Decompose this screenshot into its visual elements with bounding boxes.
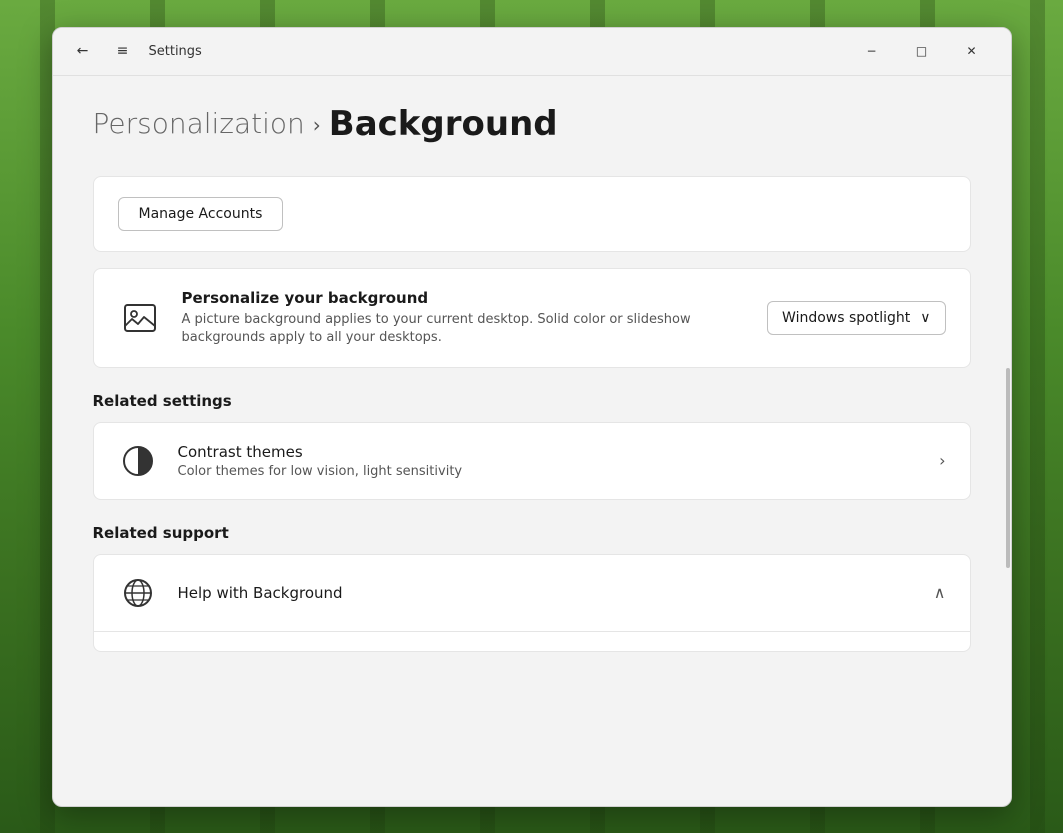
personalize-title: Personalize your background bbox=[182, 289, 748, 307]
scrollbar-track[interactable] bbox=[1005, 76, 1011, 806]
personalize-background-card: Personalize your background A picture ba… bbox=[93, 268, 971, 368]
related-settings-label: Related settings bbox=[93, 392, 971, 410]
help-chevron-up-icon: ∧ bbox=[934, 583, 946, 602]
dropdown-arrow-icon: ∨ bbox=[920, 310, 930, 326]
hamburger-button[interactable]: ≡ bbox=[109, 37, 137, 65]
manage-accounts-button[interactable]: Manage Accounts bbox=[118, 197, 284, 231]
contrast-chevron-right-icon: › bbox=[939, 451, 945, 470]
background-type-dropdown[interactable]: Windows spotlight ∨ bbox=[767, 301, 945, 335]
back-icon: ← bbox=[77, 43, 89, 59]
contrast-title: Contrast themes bbox=[178, 443, 920, 461]
manage-accounts-card: Manage Accounts bbox=[93, 176, 971, 252]
back-button[interactable]: ← bbox=[69, 37, 97, 65]
contrast-themes-card[interactable]: Contrast themes Color themes for low vis… bbox=[93, 422, 971, 500]
page-title: Background bbox=[329, 104, 558, 144]
breadcrumb-parent: Personalization bbox=[93, 107, 305, 140]
help-background-row[interactable]: Help with Background ∧ bbox=[94, 555, 970, 631]
help-title: Help with Background bbox=[178, 584, 914, 602]
breadcrumb: Personalization › Background bbox=[93, 104, 971, 144]
globe-icon bbox=[118, 573, 158, 613]
title-bar-left: ← ≡ Settings bbox=[69, 37, 849, 65]
contrast-description: Color themes for low vision, light sensi… bbox=[178, 464, 920, 479]
window-controls: − □ ✕ bbox=[849, 35, 995, 67]
help-expanded-content bbox=[94, 631, 970, 651]
help-card[interactable]: Help with Background ∧ bbox=[93, 554, 971, 652]
contrast-themes-row[interactable]: Contrast themes Color themes for low vis… bbox=[94, 423, 970, 499]
scrollbar-thumb[interactable] bbox=[1006, 368, 1010, 568]
breadcrumb-arrow: › bbox=[313, 113, 321, 137]
minimize-button[interactable]: − bbox=[849, 35, 895, 67]
hamburger-icon: ≡ bbox=[117, 43, 129, 59]
dropdown-label: Windows spotlight bbox=[782, 310, 910, 326]
settings-window: ← ≡ Settings − □ ✕ Personalization › Bac… bbox=[52, 27, 1012, 807]
contrast-text: Contrast themes Color themes for low vis… bbox=[178, 443, 920, 479]
related-support-label: Related support bbox=[93, 524, 971, 542]
image-icon bbox=[118, 296, 162, 340]
contrast-icon bbox=[118, 441, 158, 481]
window-title: Settings bbox=[149, 44, 202, 59]
personalize-description: A picture background applies to your cur… bbox=[182, 311, 748, 347]
main-content: Personalization › Background Manage Acco… bbox=[53, 76, 1011, 806]
personalize-text: Personalize your background A picture ba… bbox=[182, 289, 748, 347]
maximize-button[interactable]: □ bbox=[899, 35, 945, 67]
close-button[interactable]: ✕ bbox=[949, 35, 995, 67]
title-bar: ← ≡ Settings − □ ✕ bbox=[53, 28, 1011, 76]
